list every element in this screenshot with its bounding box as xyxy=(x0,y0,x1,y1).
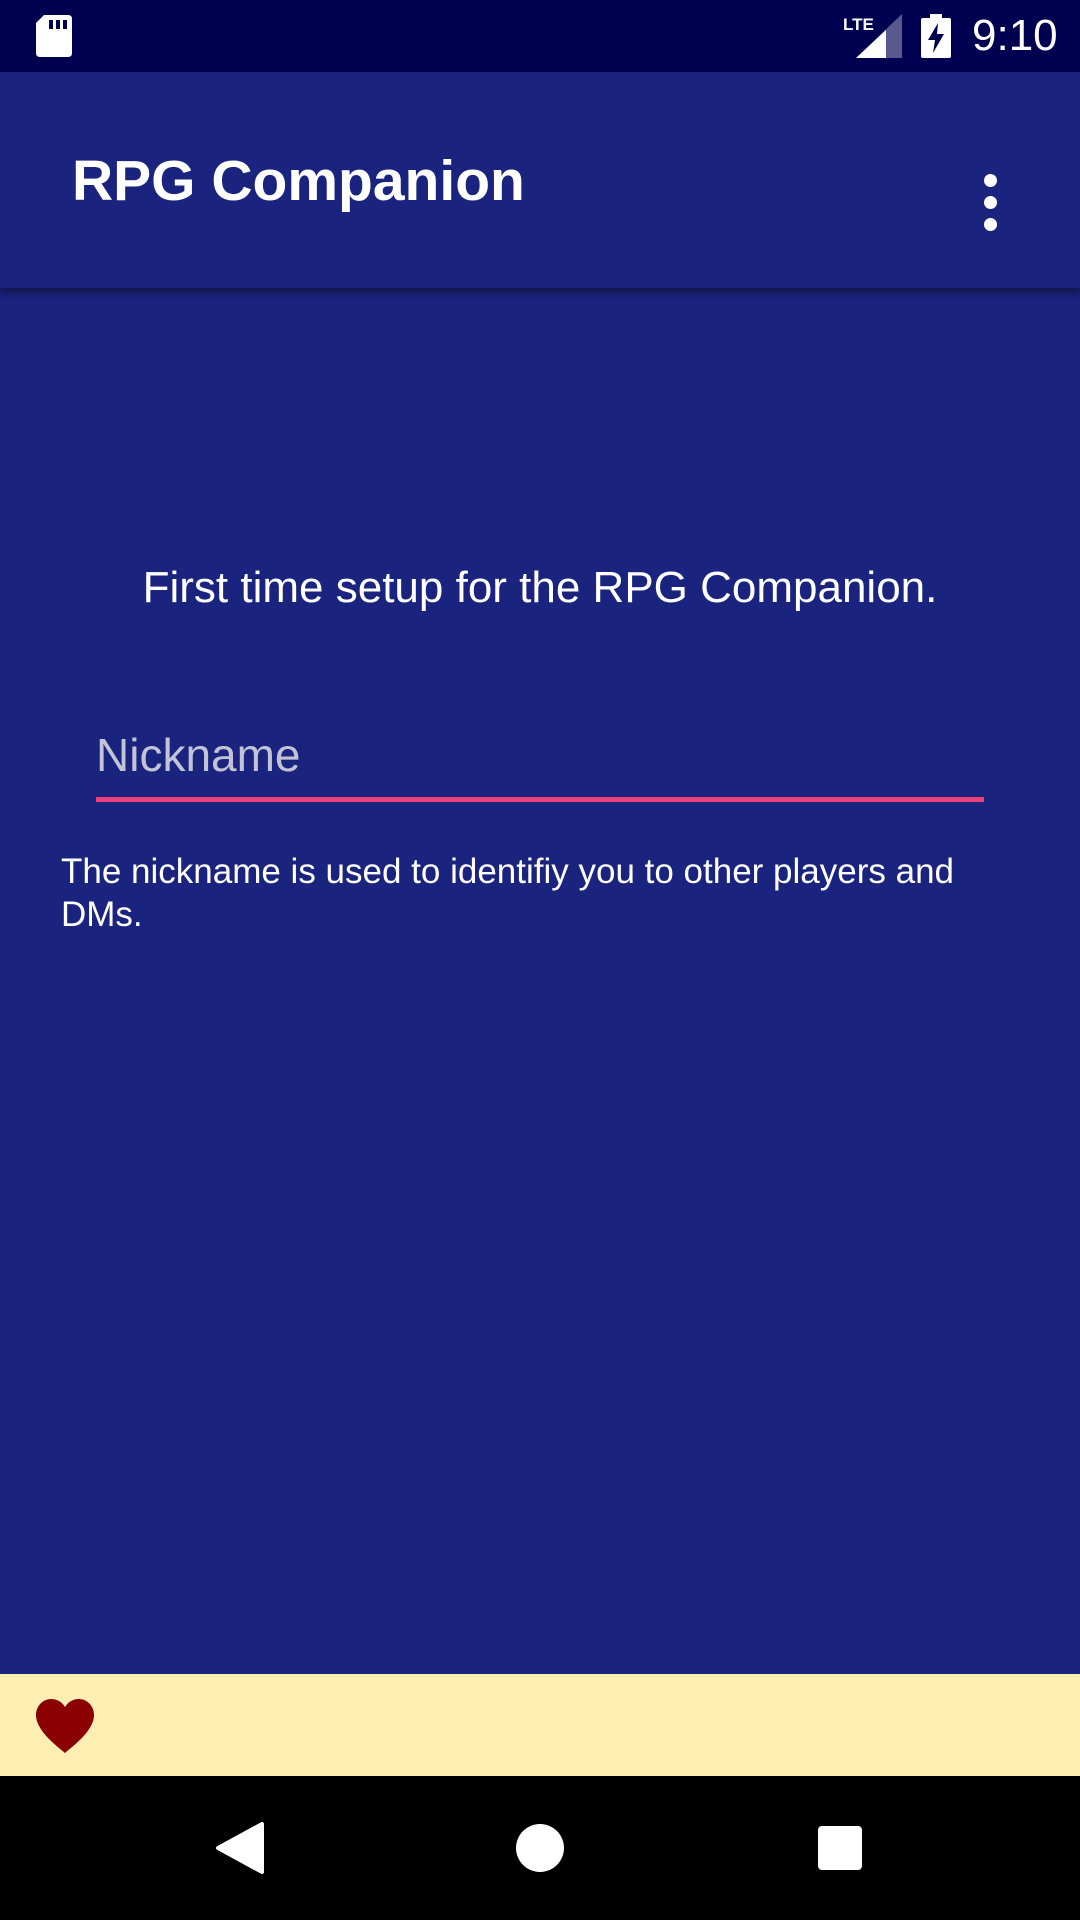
battery-charging-icon xyxy=(921,14,951,58)
lte-signal-icon: LTE xyxy=(843,14,902,58)
navigation-bar xyxy=(0,1776,1080,1920)
sd-card-icon xyxy=(36,15,72,57)
more-vert-icon xyxy=(983,173,997,187)
more-vert-icon-dot xyxy=(983,217,997,231)
app-screen: LTE 9:10 RPG Companion First time setup … xyxy=(0,0,1080,1920)
home-icon[interactable] xyxy=(516,1824,564,1872)
more-vert-icon-dot xyxy=(983,195,997,209)
more-options-button[interactable] xyxy=(966,152,1014,252)
status-clock: 9:10 xyxy=(972,11,1058,60)
nickname-help-text: The nickname is used to identifiy you to… xyxy=(61,852,954,934)
lte-label: LTE xyxy=(843,15,874,34)
back-icon[interactable] xyxy=(214,1822,264,1874)
app-title: RPG Companion xyxy=(72,149,525,213)
app-bar: RPG Companion xyxy=(0,72,1080,288)
heart-icon[interactable] xyxy=(34,1698,96,1754)
nickname-input[interactable] xyxy=(96,722,984,802)
setup-intro-text: First time setup for the RPG Companion. xyxy=(142,563,938,612)
bottom-banner xyxy=(0,1674,1080,1776)
status-bar: LTE 9:10 xyxy=(0,0,1080,72)
recents-icon[interactable] xyxy=(818,1826,862,1870)
